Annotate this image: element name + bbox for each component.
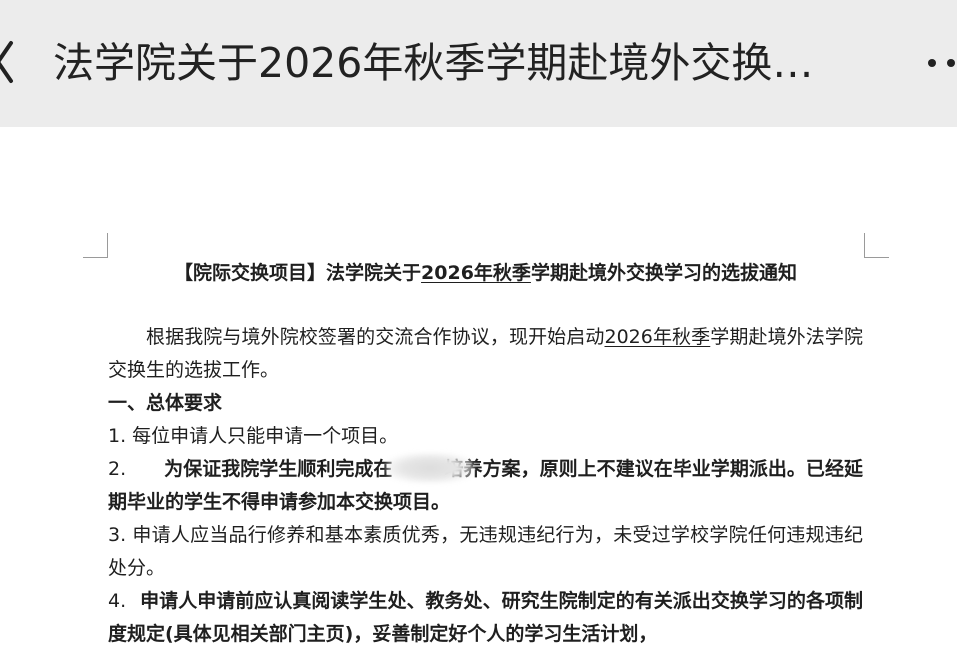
list-item-4: 4. 申请人申请前应认真阅读学生处、教务处、研究生院制定的有关派出交换学习的各项制…	[108, 590, 863, 645]
back-button[interactable]	[0, 32, 24, 92]
chevron-left-icon	[0, 41, 13, 83]
document-title-bar: 法学院关于2026年秋季学期赴境外交换…	[53, 39, 814, 87]
list-item-1: 1. 每位申请人只能申请一个项目。	[108, 425, 399, 447]
list-item-3: 3. 申请人应当品行修养和基本素质优秀，无违规违纪行为，未受过学校学院任何违规违…	[108, 524, 863, 579]
more-horizontal-icon	[928, 59, 936, 67]
notice-title: 【院际交换项目】法学院关于2026年秋季学期赴境外交换学习的选拔通知	[174, 262, 797, 284]
more-options-button[interactable]	[922, 48, 957, 78]
intro-paragraph: 根据我院与境外院校签署的交流合作协议，现开始启动2026年秋季学期赴境外法学院交…	[108, 326, 863, 381]
page-corner-mark-right	[864, 233, 889, 258]
redaction-blur	[386, 452, 475, 483]
list-item-2: 2. 为保证我院学生顺利完成在 培养方案，原则上不建议在毕业学期派出。已经延期毕业的…	[108, 452, 863, 519]
notice-body: 根据我院与境外院校签署的交流合作协议，现开始启动2026年秋季学期赴境外法学院交…	[108, 321, 863, 651]
top-app-bar: 法学院关于2026年秋季学期赴境外交换…	[0, 0, 957, 127]
document-page[interactable]: 【院际交换项目】法学院关于2026年秋季学期赴境外交换学习的选拔通知 根据我院与…	[0, 127, 957, 645]
section-heading: 一、总体要求	[108, 392, 223, 414]
page-corner-mark-left	[83, 233, 108, 258]
